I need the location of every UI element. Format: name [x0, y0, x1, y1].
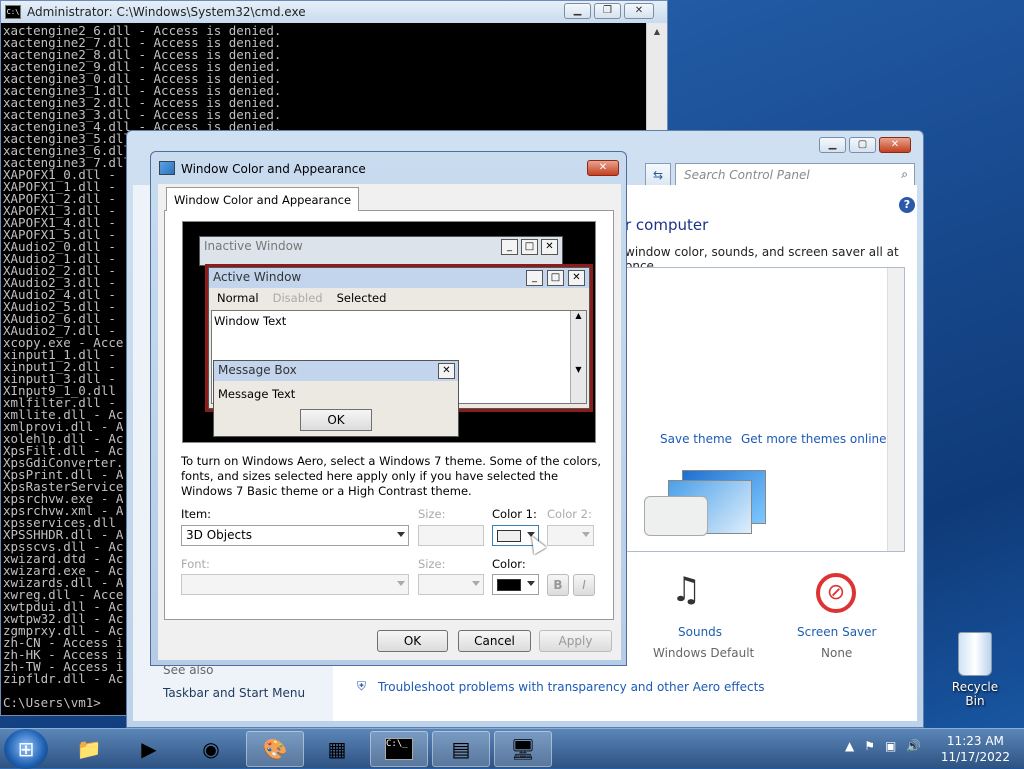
media-player-icon[interactable]: ▶ — [120, 731, 178, 767]
shield-icon: ⛨ — [357, 679, 367, 693]
screensaver-value: None — [821, 646, 853, 660]
inactive-window-preview: Inactive Window _ □ ✕ — [199, 236, 563, 266]
color-swatch — [497, 579, 521, 591]
chevron-down-icon — [397, 532, 405, 537]
recycle-bin-icon[interactable]: Recycle Bin — [942, 632, 1008, 708]
minimize-button[interactable]: ▁ — [819, 137, 846, 153]
close-button[interactable]: ✕ — [624, 3, 654, 19]
clock[interactable]: 11:23 AM 11/17/2022 — [941, 733, 1010, 765]
theme-thumbnail[interactable] — [644, 470, 766, 536]
troubleshoot-link[interactable]: Troubleshoot problems with transparency … — [378, 680, 765, 694]
item-select[interactable]: 3D Objects — [181, 525, 409, 546]
minimize-icon: _ — [526, 270, 543, 286]
font-select — [181, 574, 409, 595]
font-label: Font: — [181, 557, 210, 571]
cmd-icon: C:\ — [5, 5, 21, 19]
screensaver-icon[interactable]: ⊘ — [816, 573, 856, 613]
paint-icon[interactable]: 🎨 — [246, 731, 304, 767]
message-box-preview: Message Box ✕ Message Text OK — [213, 360, 459, 437]
maximize-icon: □ — [521, 239, 538, 255]
description-text: To turn on Windows Aero, select a Window… — [181, 454, 602, 498]
scroll-up-icon[interactable]: ▲ — [647, 23, 667, 40]
ok-button[interactable]: OK — [377, 630, 448, 652]
gallery-scrollbar[interactable] — [887, 268, 904, 551]
font-color-picker[interactable] — [492, 574, 539, 595]
preview-ok-button: OK — [300, 409, 372, 431]
close-button[interactable]: ✕ — [587, 160, 619, 176]
chevron-down-icon — [527, 581, 535, 586]
volume-icon[interactable]: 🔊 — [906, 739, 921, 753]
apply-button: Apply — [539, 630, 612, 652]
dialog-title: Window Color and Appearance — [181, 162, 366, 176]
search-icon[interactable]: ⌕ — [901, 167, 908, 182]
refresh-icon[interactable]: ⇆ — [645, 163, 671, 187]
preview-area[interactable]: Inactive Window _ □ ✕ Active Window _ □ … — [182, 221, 596, 443]
chevron-down-icon — [397, 581, 405, 586]
search-input[interactable]: Search Control Panel ⌕ — [675, 163, 915, 187]
page-heading: r computer — [625, 216, 709, 234]
font-color-label: Color: — [492, 557, 526, 571]
message-box-text: Message Text — [218, 387, 296, 401]
window-color-dialog[interactable]: Window Color and Appearance ✕ Window Col… — [150, 151, 627, 666]
save-theme-link[interactable]: Save theme — [660, 432, 732, 446]
maximize-button[interactable]: ▢ — [849, 137, 876, 153]
font-size-label: Size: — [418, 557, 446, 571]
action-center-icon[interactable]: ⚑ — [864, 739, 875, 753]
tab-window-color[interactable]: Window Color and Appearance — [166, 187, 360, 211]
screensaver-label[interactable]: Screen Saver — [797, 625, 876, 639]
color2-picker — [547, 525, 594, 546]
taskbar-link[interactable]: Taskbar and Start Menu — [163, 686, 305, 700]
start-button[interactable]: ⊞ — [4, 729, 48, 769]
menu-normal: Normal — [217, 291, 259, 305]
theme-gallery[interactable]: Save theme Get more themes online — [625, 267, 905, 552]
menu-selected: Selected — [336, 291, 387, 305]
app-icon[interactable]: ▦ — [308, 731, 366, 767]
sounds-icon[interactable]: ♫ — [671, 570, 701, 610]
chevron-down-icon — [582, 532, 590, 537]
maximize-button[interactable]: ❐ — [594, 3, 621, 19]
get-more-themes-link[interactable]: Get more themes online — [741, 432, 887, 446]
window-icon — [159, 161, 175, 175]
minimize-button[interactable]: ▁ — [564, 3, 591, 19]
italic-button: I — [573, 574, 595, 596]
color2-label: Color 2: — [547, 507, 592, 521]
close-icon: ✕ — [541, 239, 558, 255]
control-panel-icon[interactable]: ▤ — [432, 731, 490, 767]
font-size-select — [418, 574, 484, 595]
sounds-value: Windows Default — [653, 646, 755, 660]
chevron-down-icon — [472, 581, 480, 586]
explorer-icon[interactable]: 📁 — [60, 731, 118, 767]
cancel-button[interactable]: Cancel — [458, 630, 531, 652]
cmd-taskbar-icon[interactable]: C:\_ — [370, 731, 428, 767]
system-tray[interactable]: ▲ ⚑ ▣ 🔊 — [845, 739, 921, 753]
close-icon: ✕ — [438, 363, 455, 379]
cmd-title: Administrator: C:\Windows\System32\cmd.e… — [27, 5, 306, 19]
maximize-icon: □ — [547, 270, 564, 286]
network-icon[interactable]: ▣ — [885, 739, 896, 753]
preview-scrollbar: ▲ ▼ — [570, 311, 586, 403]
personalization-taskbar-icon[interactable]: 🖥 — [494, 731, 552, 767]
close-button[interactable]: ✕ — [879, 137, 911, 153]
message-box-title: Message Box — [214, 361, 458, 381]
sounds-label[interactable]: Sounds — [678, 625, 722, 639]
chevron-up-icon[interactable]: ▲ — [845, 739, 854, 753]
bold-button: B — [547, 574, 569, 596]
size-spinner — [418, 525, 484, 546]
item-label: Item: — [181, 507, 212, 521]
minimize-icon: _ — [501, 239, 518, 255]
tab-content: Inactive Window _ □ ✕ Active Window _ □ … — [164, 210, 614, 620]
size-label: Size: — [418, 507, 446, 521]
help-icon[interactable]: ? — [899, 197, 915, 213]
chrome-icon[interactable]: ◉ — [182, 731, 240, 767]
close-icon: ✕ — [568, 270, 585, 286]
taskbar: ⊞ 📁 ▶ ◉ 🎨 ▦ C:\_ ▤ 🖥 ▲ ⚑ ▣ 🔊 11:23 AM 11… — [0, 728, 1024, 769]
color1-label: Color 1: — [492, 507, 537, 521]
color-swatch — [497, 530, 521, 542]
menu-disabled: Disabled — [272, 291, 323, 305]
